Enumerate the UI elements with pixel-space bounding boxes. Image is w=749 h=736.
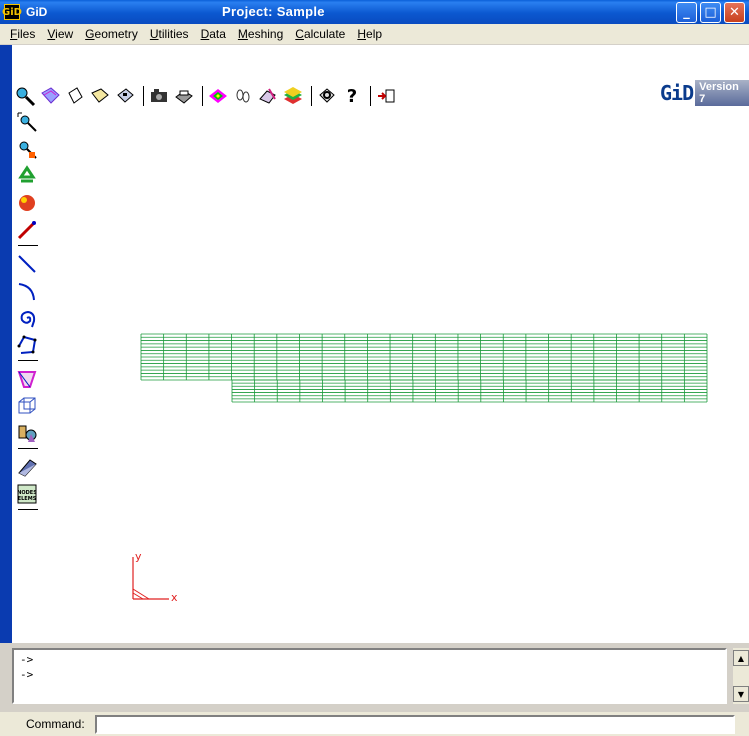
command-bar: Command: xyxy=(0,712,749,736)
new-file-icon[interactable] xyxy=(64,85,86,107)
render-icon[interactable] xyxy=(207,85,229,107)
zoom-out-icon[interactable] xyxy=(14,110,40,134)
menu-utilities[interactable]: Utilities xyxy=(144,25,195,43)
menu-calculate[interactable]: Calculate xyxy=(289,25,351,43)
shapes-icon[interactable] xyxy=(14,421,40,445)
eraser-icon[interactable] xyxy=(14,455,40,479)
zoom-icon[interactable] xyxy=(14,85,36,107)
render-ball-icon[interactable] xyxy=(14,191,40,215)
title-bar: GiD GiD Project: Sample _ □ ✕ xyxy=(0,0,749,24)
help-icon[interactable]: ? xyxy=(341,85,363,107)
recycle-icon[interactable] xyxy=(14,164,40,188)
toolbar-separator xyxy=(202,86,203,106)
scroll-down-icon[interactable]: ▼ xyxy=(733,686,749,702)
close-button[interactable]: ✕ xyxy=(724,2,745,23)
left-toolbar: NODES ELEMS xyxy=(14,110,44,516)
spiral-icon[interactable] xyxy=(14,306,40,330)
mesh-grid[interactable] xyxy=(140,333,710,405)
polyline-icon[interactable] xyxy=(14,333,40,357)
axis-indicator: y x xyxy=(132,551,178,604)
line-icon[interactable] xyxy=(14,252,40,276)
layers-icon[interactable] xyxy=(282,85,304,107)
menu-help[interactable]: Help xyxy=(351,25,388,43)
edit-icon[interactable] xyxy=(257,85,279,107)
surface-icon[interactable] xyxy=(14,367,40,391)
command-label: Command: xyxy=(26,717,85,731)
toolbar-separator xyxy=(18,448,38,449)
version-label: Version 7 xyxy=(695,80,749,106)
toolbar-separator xyxy=(18,509,38,510)
toolbar-separator xyxy=(370,86,371,106)
camera-icon[interactable] xyxy=(148,85,170,107)
command-input[interactable] xyxy=(94,714,735,734)
save-icon[interactable] xyxy=(114,85,136,107)
console-line: -> xyxy=(20,653,34,666)
toolbar-separator xyxy=(18,360,38,361)
toolbar-separator xyxy=(18,245,38,246)
mesh-block xyxy=(140,333,708,381)
svg-text:ELEMS: ELEMS xyxy=(18,496,37,502)
window-title: Project: Sample xyxy=(222,4,325,19)
arc-icon[interactable] xyxy=(14,279,40,303)
axis-y-label: y xyxy=(135,551,142,563)
menu-bar: Files View Geometry Utilities Data Meshi… xyxy=(0,24,749,44)
toolbar-separator xyxy=(311,86,312,106)
magnifier-icon[interactable] xyxy=(316,85,338,107)
menu-files[interactable]: Files xyxy=(4,25,41,43)
pointer-icon[interactable] xyxy=(14,218,40,242)
print-icon[interactable] xyxy=(173,85,195,107)
scroll-up-icon[interactable]: ▲ xyxy=(733,650,749,666)
toolbar-separator xyxy=(143,86,144,106)
left-frame xyxy=(0,45,12,643)
minimize-button[interactable]: _ xyxy=(676,2,697,23)
footprints-icon[interactable] xyxy=(232,85,254,107)
console-scrollbar[interactable]: ▲ ▼ xyxy=(733,648,749,704)
axis-x-label: x xyxy=(171,591,178,604)
nodes-elems-icon[interactable]: NODES ELEMS xyxy=(14,482,40,506)
main-toolbar: ? xyxy=(14,80,400,112)
gid-logo: GiD xyxy=(660,81,694,105)
app-logo-icon: GiD xyxy=(2,4,22,20)
app-name: GiD xyxy=(26,5,48,19)
menu-geometry[interactable]: Geometry xyxy=(79,25,144,43)
zoom-frame-icon[interactable] xyxy=(14,137,40,161)
rotate-icon[interactable] xyxy=(39,85,61,107)
console-output: -> -> xyxy=(12,648,727,704)
menu-view[interactable]: View xyxy=(41,25,79,43)
gid-brand: GiD Version 7 xyxy=(660,80,749,106)
exit-icon[interactable] xyxy=(375,85,397,107)
maximize-button[interactable]: □ xyxy=(700,2,721,23)
mesh-block xyxy=(231,379,708,403)
console-line: -> xyxy=(20,668,34,681)
menu-data[interactable]: Data xyxy=(195,25,232,43)
menu-meshing[interactable]: Meshing xyxy=(232,25,289,43)
volume-icon[interactable] xyxy=(14,394,40,418)
open-folder-icon[interactable] xyxy=(89,85,111,107)
